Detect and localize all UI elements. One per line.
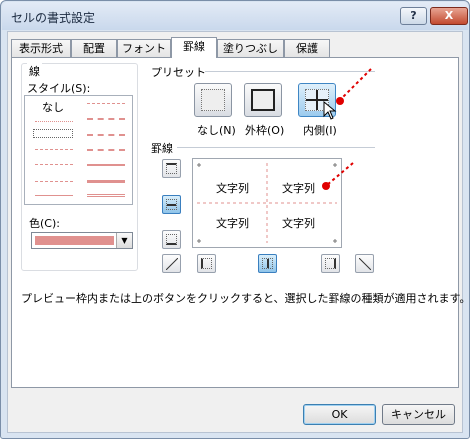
style-none[interactable]: なし	[42, 99, 64, 115]
style-medium-dashed[interactable]	[87, 149, 125, 151]
help-button[interactable]: ?	[400, 7, 427, 25]
border-right-button[interactable]	[321, 254, 340, 273]
diagonal-up-icon	[166, 258, 178, 270]
border-top-icon	[166, 163, 177, 174]
border-top-button[interactable]	[162, 159, 181, 178]
annotation-arrow-preset	[336, 68, 372, 105]
style-slanted-dash-dot[interactable]	[87, 118, 125, 120]
tab-number-format[interactable]: 表示形式	[11, 39, 71, 57]
annotation-arrow-preview	[322, 162, 354, 190]
cursor-icon	[323, 101, 337, 120]
border-divider	[177, 147, 375, 148]
tab-protection[interactable]: 保護	[284, 39, 330, 57]
line-style-list[interactable]: なし	[24, 95, 133, 205]
border-diagonal-down-button[interactable]	[355, 254, 374, 273]
preset-none-label: なし(N)	[197, 124, 236, 137]
border-diagonal-up-button[interactable]	[162, 254, 181, 273]
border-right-icon	[325, 258, 336, 269]
preset-none-button[interactable]	[194, 83, 232, 117]
hint-text: プレビュー枠内または上のボタンをクリックすると、選択した罫線の種類が適用されます…	[21, 292, 470, 305]
dialog-title: セルの書式設定	[11, 11, 96, 25]
style-dotted-selected[interactable]	[33, 129, 73, 138]
border-bottom-icon	[166, 234, 177, 245]
preset-none-icon	[201, 89, 225, 111]
border-bottom-button[interactable]	[162, 230, 181, 249]
border-inside-horizontal-button[interactable]	[162, 195, 181, 214]
close-button[interactable]: X	[430, 7, 468, 25]
diagonal-down-icon	[359, 258, 371, 270]
style-hair[interactable]	[35, 121, 73, 122]
border-left-icon	[201, 258, 212, 269]
style-dash-dot[interactable]	[35, 164, 73, 165]
preset-outline-button[interactable]	[244, 83, 282, 117]
chevron-down-icon[interactable]: ▼	[116, 233, 132, 248]
preview-cell-3: 文字列	[216, 217, 249, 230]
line-group-label: 線	[27, 63, 42, 79]
style-dash-dot-dot[interactable]	[35, 149, 73, 150]
color-dropdown[interactable]: ▼	[31, 232, 133, 249]
tab-border[interactable]: 罫線	[171, 37, 217, 58]
dialog-window: セルの書式設定 ? X 表示形式 配置 フォント 罫線 塗りつぶし 保護 線 ス…	[0, 0, 470, 439]
ok-button[interactable]: OK	[303, 404, 376, 425]
tab-alignment[interactable]: 配置	[71, 39, 117, 57]
preview-cell-1: 文字列	[216, 182, 249, 195]
border-inside-vertical-button[interactable]	[258, 254, 277, 273]
style-thin[interactable]	[35, 195, 73, 196]
color-swatch	[35, 236, 114, 245]
tab-font[interactable]: フォント	[117, 39, 171, 57]
title-bar: セルの書式設定 ? X	[2, 2, 468, 30]
style-medium[interactable]	[87, 164, 125, 166]
preset-outline-icon	[251, 89, 275, 111]
border-inside-vertical-icon	[262, 258, 273, 269]
style-medium-dash-dot-dot[interactable]	[87, 103, 125, 104]
style-thick[interactable]	[87, 180, 125, 183]
cancel-button[interactable]: キャンセル	[382, 404, 455, 425]
style-medium-dash-dot[interactable]	[87, 134, 125, 136]
tab-fill[interactable]: 塗りつぶし	[217, 39, 284, 57]
color-label: 色(C):	[29, 217, 60, 230]
preset-label: プリセット	[151, 66, 206, 79]
preview-cell-4: 文字列	[282, 217, 315, 230]
border-inside-horizontal-icon	[166, 199, 177, 210]
border-label: 罫線	[151, 142, 173, 155]
style-label: スタイル(S):	[27, 82, 91, 95]
style-dashed[interactable]	[35, 181, 73, 182]
border-left-button[interactable]	[197, 254, 216, 273]
preset-outline-label: 外枠(O)	[245, 124, 285, 137]
preview-cell-2: 文字列	[282, 182, 315, 195]
style-double[interactable]	[87, 194, 125, 197]
